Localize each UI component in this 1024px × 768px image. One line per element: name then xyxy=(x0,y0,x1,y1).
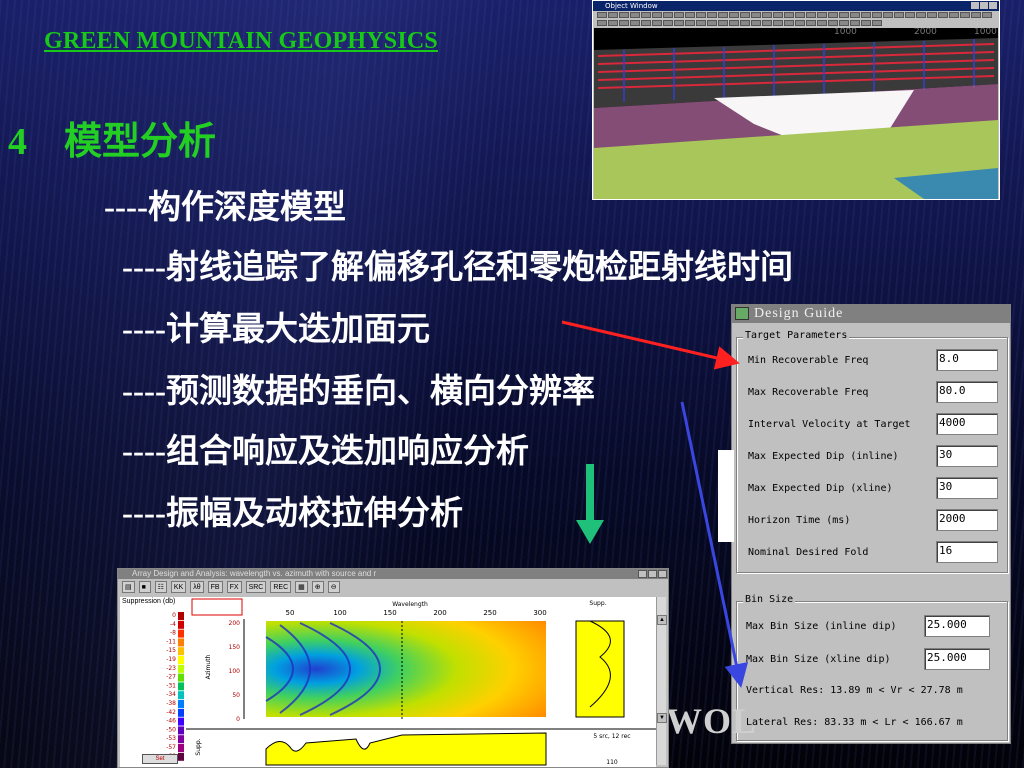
blue-arrow xyxy=(680,401,749,688)
red-arrow xyxy=(561,320,740,370)
green-down-arrow xyxy=(576,464,604,544)
annotation-arrows xyxy=(561,320,749,688)
